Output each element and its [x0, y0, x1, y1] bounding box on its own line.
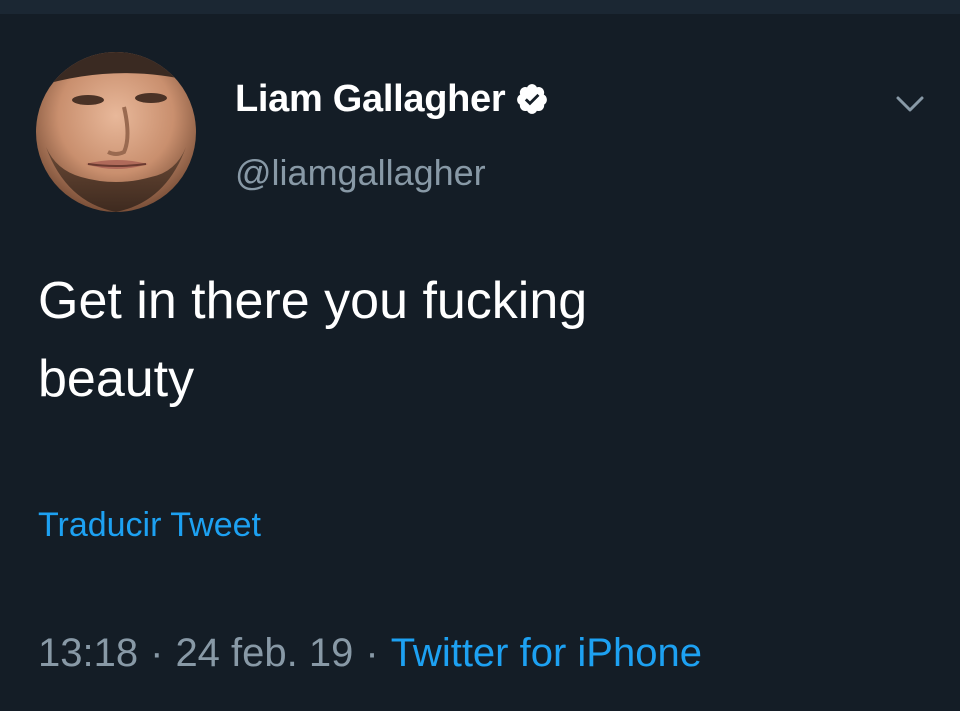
- tweet-text: Get in there you fucking beauty: [38, 262, 898, 418]
- tweet-time[interactable]: 13:18: [38, 631, 138, 676]
- display-name[interactable]: Liam Gallagher: [235, 78, 506, 121]
- tweet-card: Liam Gallagher @liamgallagher Get in the…: [0, 14, 960, 711]
- tweet-date[interactable]: 24 feb. 19: [175, 631, 353, 676]
- tweet-text-line: Get in there you fucking: [38, 272, 588, 330]
- separator: ·: [365, 631, 379, 675]
- verified-badge-icon: [515, 82, 549, 116]
- tweet-meta: 13:18 · 24 feb. 19 · Twitter for iPhone: [38, 631, 702, 676]
- translate-tweet-link[interactable]: Traducir Tweet: [38, 506, 261, 545]
- avatar-image: [36, 52, 196, 212]
- top-bar: [0, 0, 960, 14]
- tweet-text-line: beauty: [38, 350, 195, 408]
- separator: ·: [150, 631, 164, 675]
- avatar[interactable]: [36, 52, 196, 212]
- author-row: Liam Gallagher: [235, 76, 549, 122]
- tweet-source-link[interactable]: Twitter for iPhone: [391, 631, 702, 676]
- chevron-down-icon[interactable]: [890, 84, 930, 124]
- author-handle[interactable]: @liamgallagher: [235, 152, 486, 194]
